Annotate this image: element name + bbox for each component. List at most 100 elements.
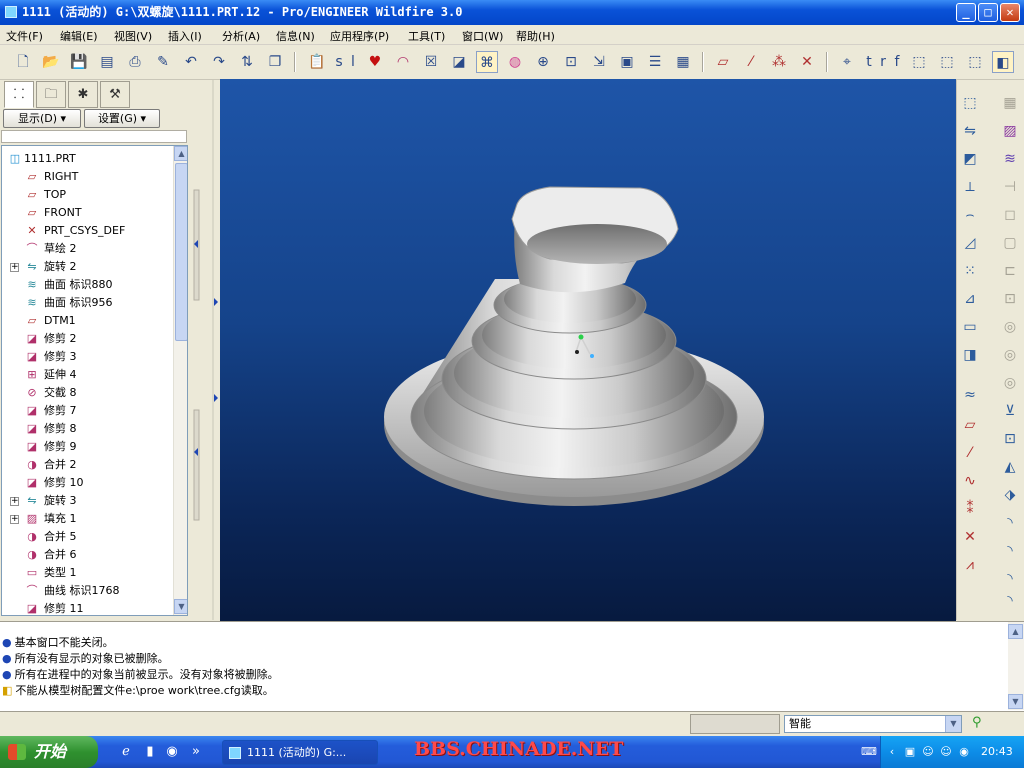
- datum-point-tool-icon[interactable]: ⁑: [959, 498, 981, 520]
- tree-item[interactable]: + ▨ 填充 1: [2, 510, 174, 528]
- scroll-up-icon[interactable]: ▲: [174, 146, 187, 161]
- menu-help[interactable]: 帮助(H): [516, 28, 555, 44]
- open-folder-icon[interactable]: 📂: [40, 51, 62, 73]
- solidify-icon[interactable]: ◎: [999, 344, 1021, 366]
- favorites-tab-icon[interactable]: ✱: [68, 81, 98, 108]
- save-icon[interactable]: 💾: [68, 51, 90, 73]
- no-hidden-icon[interactable]: ⬚: [964, 51, 986, 73]
- trim-tool-icon[interactable]: ◨: [959, 344, 981, 366]
- tree-item[interactable]: ⊞ 延伸 4: [2, 366, 174, 384]
- title-bar[interactable]: 1111 (活动的) G:\双螺旋\1111.PRT.12 - Pro/ENGI…: [0, 0, 1024, 25]
- menu-view[interactable]: 视图(V): [114, 28, 152, 44]
- shaded-icon[interactable]: ◧: [992, 51, 1014, 73]
- save-copy-icon[interactable]: ▤: [96, 51, 118, 73]
- appearance-icon[interactable]: ◍: [504, 51, 526, 73]
- panel-splitter[interactable]: [190, 80, 220, 620]
- datum-plane-display-icon[interactable]: ▱: [712, 51, 734, 73]
- lip-icon[interactable]: ◝: [999, 568, 1021, 590]
- spinal-bend-icon[interactable]: ◝: [999, 512, 1021, 534]
- tree-item[interactable]: ◪ 修剪 10: [2, 474, 174, 492]
- extrude-icon[interactable]: ⬚: [959, 92, 981, 114]
- round-icon[interactable]: ⌢: [959, 204, 981, 226]
- qq-icon[interactable]: ☺: [921, 745, 935, 759]
- print-icon[interactable]: ⎙: [124, 51, 146, 73]
- scroll-up-icon[interactable]: ▲: [1008, 624, 1023, 639]
- paste-icon[interactable]: 📋: [306, 51, 328, 73]
- ear-icon[interactable]: ◝: [999, 540, 1021, 562]
- datum-point-display-icon[interactable]: ⁂: [768, 51, 790, 73]
- csys-display-icon[interactable]: ✕: [796, 51, 818, 73]
- part-model[interactable]: [220, 79, 956, 621]
- thicken-icon[interactable]: ◎: [999, 316, 1021, 338]
- graphics-window[interactable]: [220, 79, 956, 621]
- model-tree-tab-icon[interactable]: ⸬: [4, 81, 34, 108]
- menu-insert[interactable]: 插入(I): [168, 28, 202, 44]
- flatten-icon[interactable]: ⊻: [999, 400, 1021, 422]
- project-icon[interactable]: ◎: [999, 372, 1021, 394]
- redo-icon[interactable]: ↷: [208, 51, 230, 73]
- zoom-in-icon[interactable]: ⊕: [532, 51, 554, 73]
- app-quicklaunch-icon[interactable]: ◉: [164, 744, 180, 760]
- show-dropdown-button[interactable]: 显示(D) ▾: [3, 109, 81, 128]
- tree-item[interactable]: ≋ 曲面 标识880: [2, 276, 174, 294]
- undo-icon[interactable]: ↶: [180, 51, 202, 73]
- text-r[interactable]: r: [876, 51, 890, 73]
- start-button[interactable]: 开始: [0, 736, 98, 768]
- media-icon[interactable]: ▮: [142, 744, 158, 760]
- expand-icon[interactable]: +: [10, 263, 19, 272]
- desktop-icon[interactable]: ▣: [903, 745, 917, 759]
- volume-icon[interactable]: ◉: [957, 745, 971, 759]
- blend-icon[interactable]: ⟂: [959, 176, 981, 198]
- menu-applications[interactable]: 应用程序(P): [330, 28, 389, 44]
- scroll-thumb[interactable]: [175, 163, 187, 341]
- style-icon[interactable]: ≋: [999, 148, 1021, 170]
- model-setup-icon[interactable]: ▦: [672, 51, 694, 73]
- tree-item[interactable]: + ⇋ 旋转 2: [2, 258, 174, 276]
- selection-filter-dropdown[interactable]: 智能 ▼: [784, 715, 962, 733]
- chamfer-icon[interactable]: ◿: [959, 232, 981, 254]
- tree-item[interactable]: ✕ PRT_CSYS_DEF: [2, 222, 174, 240]
- connections-tab-icon[interactable]: ⚒: [100, 81, 130, 108]
- tree-item[interactable]: ◪ 修剪 7: [2, 402, 174, 420]
- expand-icon[interactable]: +: [10, 497, 19, 506]
- csys-tool-icon[interactable]: ✕: [959, 526, 981, 548]
- mirror-icon[interactable]: ⊿: [959, 288, 981, 310]
- tree-item[interactable]: ◑ 合并 5: [2, 528, 174, 546]
- offset-icon[interactable]: ⊡: [999, 288, 1021, 310]
- message-scrollbar[interactable]: ▲ ▼: [1008, 622, 1024, 710]
- pattern-icon[interactable]: ⁙: [959, 260, 981, 282]
- tree-item[interactable]: ⌒ 草绘 2: [2, 240, 174, 258]
- close-button[interactable]: ✕: [1000, 3, 1020, 22]
- close-window-icon[interactable]: ☒: [420, 51, 442, 73]
- keyboard-icon[interactable]: ⌨: [861, 745, 877, 759]
- wrap-icon[interactable]: ⊡: [999, 428, 1021, 450]
- tree-item[interactable]: ◪ 修剪 8: [2, 420, 174, 438]
- tree-item[interactable]: ▭ 类型 1: [2, 564, 174, 582]
- rib-icon[interactable]: ▢: [999, 232, 1021, 254]
- scroll-down-icon[interactable]: ▼: [174, 599, 187, 614]
- wireframe-icon[interactable]: ⬚: [908, 51, 930, 73]
- tree-item[interactable]: ◪ 修剪 3: [2, 348, 174, 366]
- chevron-down-icon[interactable]: ▼: [945, 716, 961, 732]
- merge-tool-icon[interactable]: ▭: [959, 316, 981, 338]
- datum-plane-tool-icon[interactable]: ▱: [959, 414, 981, 436]
- hole-icon[interactable]: ⊣: [999, 176, 1021, 198]
- text-l[interactable]: l: [346, 51, 360, 73]
- boundary-blend-icon[interactable]: ▨: [999, 120, 1021, 142]
- toroidal-bend-icon[interactable]: ◭: [999, 456, 1021, 478]
- tree-item[interactable]: ≋ 曲面 标识956: [2, 294, 174, 312]
- menu-analysis[interactable]: 分析(A): [222, 28, 260, 44]
- tree-item[interactable]: ◑ 合并 2: [2, 456, 174, 474]
- scroll-down-icon[interactable]: ▼: [1008, 694, 1023, 709]
- menu-window[interactable]: 窗口(W): [462, 28, 503, 44]
- tree-item[interactable]: ◫ 1111.PRT: [2, 150, 174, 168]
- text-s[interactable]: s: [332, 51, 346, 73]
- datum-grid-icon[interactable]: ▦: [999, 92, 1021, 114]
- layers-icon[interactable]: ☰: [644, 51, 666, 73]
- copy-icon[interactable]: ❐: [264, 51, 286, 73]
- hidden-line-icon[interactable]: ⬚: [936, 51, 958, 73]
- model-tree[interactable]: ◫ 1111.PRT ▱ RIGHT ▱ TOP ▱ FRONT ✕ PRT_CSYS_DEF ⌒ 草…: [1, 145, 188, 616]
- spin-center-icon[interactable]: ⌖: [836, 51, 858, 73]
- heart-icon[interactable]: ♥: [364, 51, 386, 73]
- menu-edit[interactable]: 编辑(E): [60, 28, 98, 44]
